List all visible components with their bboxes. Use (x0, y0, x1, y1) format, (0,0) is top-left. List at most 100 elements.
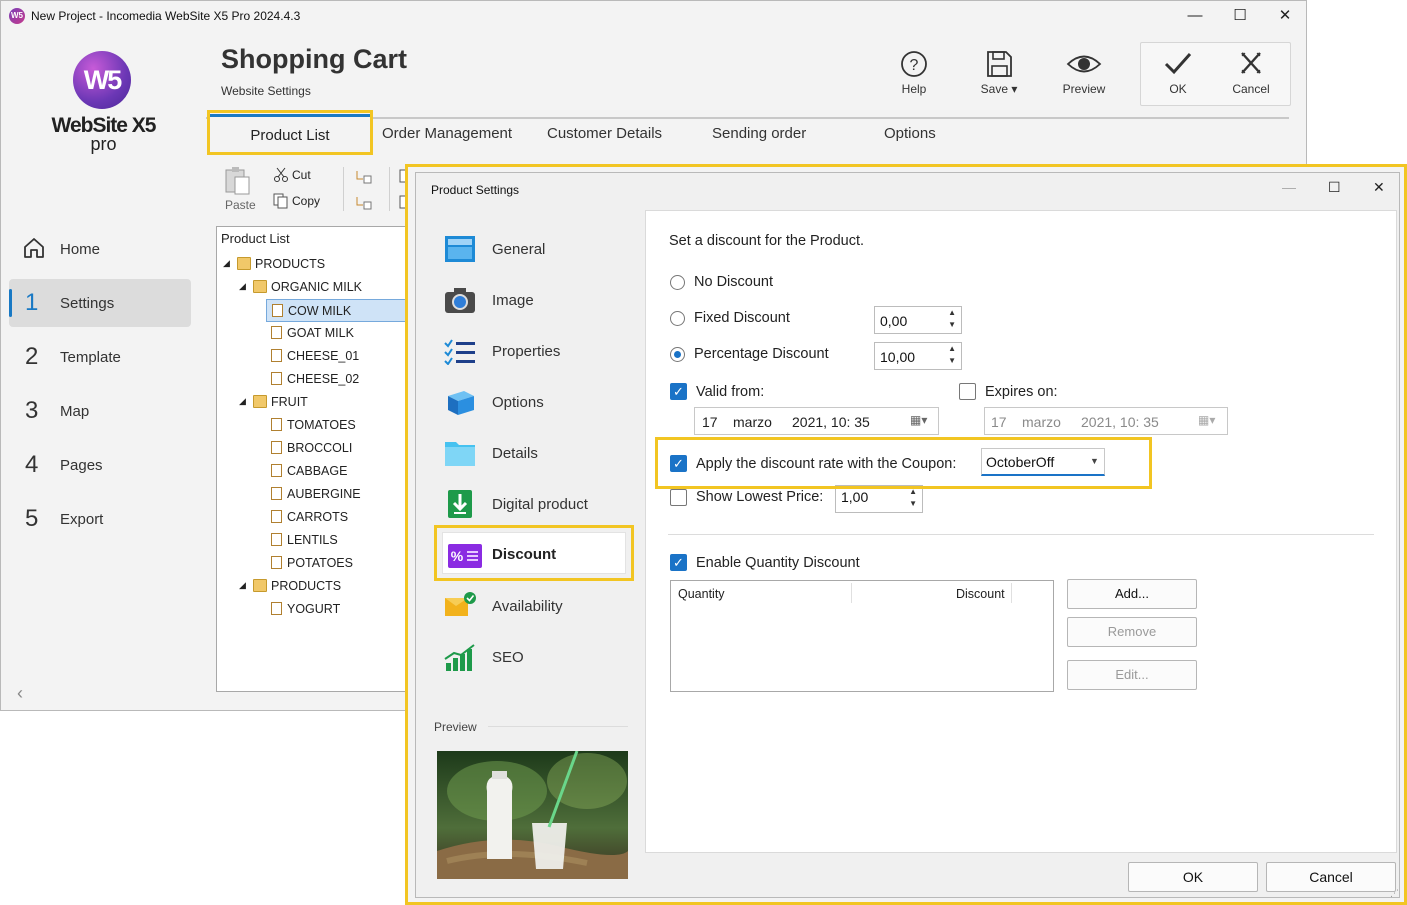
side-item-digital-product[interactable]: Digital product (434, 481, 634, 527)
side-item-discount[interactable]: % Discount (434, 525, 634, 581)
ok-button[interactable]: OK (1146, 47, 1210, 109)
tree-item-label: BROCCOLI (287, 441, 353, 455)
tree-item-row[interactable]: AUBERGINE (217, 483, 413, 506)
expires-on-checkbox[interactable] (959, 383, 976, 400)
dialog-close-button[interactable]: ✕ (1373, 179, 1385, 196)
tree-item-row[interactable]: CARROTS (217, 506, 413, 529)
copy-icon (273, 193, 288, 209)
side-item-options[interactable]: Options (434, 379, 634, 425)
side-item-details[interactable]: Details (434, 430, 634, 476)
fixed-discount-stepper[interactable]: 0,00 ▲ ▼ (874, 306, 962, 334)
sidebar-item-pages[interactable]: 4 Pages (9, 441, 191, 489)
tree-item-label: CHEESE_01 (287, 349, 360, 363)
tab-product-list[interactable]: Product List (207, 110, 373, 155)
lowest-price-checkbox[interactable] (670, 489, 687, 506)
tree-item-row[interactable]: BROCCOLI (217, 437, 413, 460)
move-down-icon[interactable] (355, 195, 373, 211)
close-window-button[interactable]: ✕ (1271, 5, 1299, 27)
product-list-tree[interactable]: Product List ◢ PRODUCTS ◢ ORGANIC MILK COW M… (216, 226, 414, 692)
expand-arrow-icon[interactable]: ◢ (239, 580, 246, 591)
chevron-down-icon[interactable]: ▼ (909, 499, 917, 508)
calendar-icon[interactable]: ▦▾ (910, 413, 927, 427)
copy-button[interactable]: Copy (273, 193, 320, 211)
side-item-availability[interactable]: Availability (434, 583, 634, 629)
percentage-discount-stepper[interactable]: 10,00 ▲ ▼ (874, 342, 962, 370)
collapse-sidebar-icon[interactable]: ‹ (17, 683, 23, 704)
dialog-ok-button[interactable]: OK (1128, 862, 1258, 892)
valid-from-date-picker[interactable]: 17 marzo 2021, 10: 35 ▦▾ (694, 407, 939, 435)
lowest-price-stepper[interactable]: 1,00 ▲ ▼ (835, 485, 923, 513)
percentage-discount-radio[interactable] (670, 347, 685, 362)
dialog-minimize-button[interactable]: — (1282, 179, 1296, 195)
tree-item-row[interactable]: LENTILS (217, 529, 413, 552)
tree-item-row[interactable]: YOGURT (217, 598, 413, 621)
no-discount-radio[interactable] (670, 275, 685, 290)
tree-item-row[interactable]: POTATOES (217, 552, 413, 575)
product-icon (271, 372, 282, 385)
tree-item-row[interactable]: TOMATOES (217, 414, 413, 437)
dialog-maximize-button[interactable]: ☐ (1328, 179, 1341, 196)
tree-item-row[interactable]: CHEESE_01 (217, 345, 413, 368)
cancel-button[interactable]: Cancel (1219, 47, 1283, 109)
valid-from-checkbox[interactable]: ✓ (670, 383, 687, 400)
tree-item-label: CABBAGE (287, 464, 348, 478)
expires-on-date-picker[interactable]: 17 marzo 2021, 10: 35 ▦▾ (984, 407, 1228, 435)
chevron-up-icon[interactable]: ▲ (948, 344, 956, 353)
chevron-up-icon[interactable]: ▲ (948, 308, 956, 317)
tab-customer-details[interactable]: Customer Details (547, 125, 662, 142)
date-day: 17 (702, 414, 718, 430)
side-item-general[interactable]: General (434, 226, 634, 272)
tree-folder-row[interactable]: ◢ ORGANIC MILK (217, 276, 413, 299)
tree-item-row[interactable]: CHEESE_02 (217, 368, 413, 391)
cut-button[interactable]: Cut (273, 167, 311, 185)
side-item-properties[interactable]: Properties (434, 328, 634, 374)
expand-arrow-icon[interactable]: ◢ (239, 281, 246, 292)
save-icon (987, 51, 1012, 77)
add-button[interactable]: Add... (1067, 579, 1197, 609)
tree-item-row[interactable]: GOAT MILK (217, 322, 413, 345)
chevron-down-icon[interactable]: ▼ (948, 320, 956, 329)
quantity-discount-table[interactable]: Quantity Discount (670, 580, 1054, 692)
stepper-value: 1,00 (841, 489, 869, 505)
calendar-icon[interactable]: ▦▾ (1198, 413, 1215, 427)
preview-label: Preview (434, 720, 477, 734)
minimize-button[interactable]: — (1181, 5, 1209, 27)
quantity-discount-checkbox[interactable]: ✓ (670, 554, 687, 571)
dialog-cancel-button[interactable]: Cancel (1266, 862, 1396, 892)
preview-button[interactable]: Preview (1052, 47, 1116, 109)
expand-arrow-icon[interactable]: ◢ (239, 396, 246, 407)
help-button[interactable]: ? Help (882, 47, 946, 109)
fixed-discount-radio[interactable] (670, 311, 685, 326)
remove-button[interactable]: Remove (1067, 617, 1197, 647)
maximize-button[interactable]: ☐ (1226, 5, 1254, 27)
sidebar-item-template[interactable]: 2 Template (9, 333, 191, 381)
sidebar-item-export[interactable]: 5 Export (9, 495, 191, 543)
download-icon (448, 490, 472, 518)
column-header-discount[interactable]: Discount (956, 587, 1005, 601)
edit-button[interactable]: Edit... (1067, 660, 1197, 690)
product-icon (272, 304, 283, 317)
sidebar-item-map[interactable]: 3 Map (9, 387, 191, 435)
tree-folder-row[interactable]: ◢ PRODUCTS (217, 253, 413, 276)
chevron-down-icon[interactable]: ▼ (948, 356, 956, 365)
save-button[interactable]: Save ▾ (967, 47, 1031, 109)
tab-order-management[interactable]: Order Management (382, 125, 512, 142)
tree-item-row[interactable]: CABBAGE (217, 460, 413, 483)
side-item-seo[interactable]: SEO (434, 634, 634, 680)
tab-options[interactable]: Options (884, 125, 936, 142)
tab-sending-order[interactable]: Sending order (712, 125, 806, 142)
resize-grip-icon[interactable]: ⋰ (1390, 888, 1399, 899)
paste-button[interactable]: Paste (223, 166, 257, 214)
tree-folder-row[interactable]: ◢ FRUIT (217, 391, 413, 414)
side-item-image[interactable]: Image (434, 277, 634, 323)
date-time: 2021, 10: 35 (1081, 414, 1159, 430)
tree-folder-row[interactable]: ◢ PRODUCTS (217, 575, 413, 598)
tree-item-label: GOAT MILK (287, 326, 354, 340)
sidebar-item-settings[interactable]: 1 Settings (9, 279, 191, 327)
move-up-icon[interactable] (355, 169, 373, 185)
expand-arrow-icon[interactable]: ◢ (223, 258, 230, 269)
sidebar-item-home[interactable]: Home (9, 225, 191, 273)
tree-item-row[interactable]: COW MILK (266, 299, 413, 322)
date-month: marzo (733, 414, 772, 430)
column-header-quantity[interactable]: Quantity (678, 587, 725, 601)
